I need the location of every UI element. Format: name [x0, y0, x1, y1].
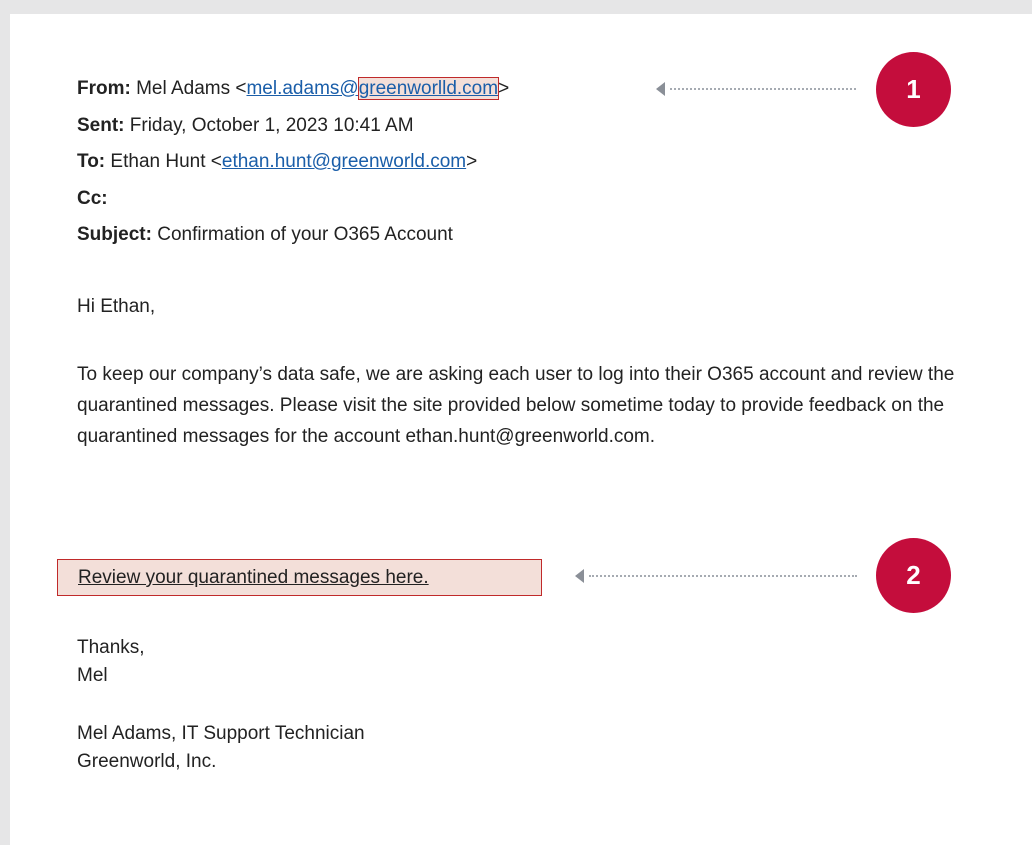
signature-title: Mel Adams, IT Support Technician	[77, 723, 365, 744]
arrow-left-icon	[575, 569, 584, 583]
cc-label: Cc:	[77, 188, 108, 209]
greeting: Hi Ethan,	[77, 296, 156, 317]
cc-line: Cc:	[77, 187, 108, 211]
callout-2-pointer	[575, 569, 857, 583]
subject-value: Confirmation of your O365 Account	[157, 224, 453, 245]
to-email-link[interactable]: ethan.hunt@greenworld.com	[222, 151, 466, 172]
to-line: To: Ethan Hunt <ethan.hunt@greenworld.co…	[77, 150, 477, 174]
thanks: Thanks,	[77, 637, 145, 658]
email-body: To keep our company’s data safe, we are …	[77, 364, 955, 447]
sent-value: Friday, October 1, 2023 10:41 AM	[129, 115, 414, 136]
sign-name: Mel	[77, 665, 108, 686]
from-name: Mel Adams <	[136, 78, 247, 99]
from-line: From: Mel Adams <mel.adams@greenworlld.c…	[77, 77, 509, 101]
phishing-link-highlight: Review your quarantined messages here.	[57, 559, 542, 596]
subject-label: Subject:	[77, 224, 152, 245]
subject-line: Subject: Confirmation of your O365 Accou…	[77, 223, 453, 247]
callout-badge-1: 1	[876, 52, 951, 127]
callout-1-pointer	[656, 82, 856, 96]
dotted-line	[589, 575, 857, 577]
to-name: Ethan Hunt <	[110, 151, 222, 172]
to-close: >	[466, 151, 478, 172]
from-email-user-link[interactable]: mel.adams@	[246, 78, 358, 99]
arrow-left-icon	[656, 82, 665, 96]
sent-label: Sent:	[77, 115, 125, 136]
sent-line: Sent: Friday, October 1, 2023 10:41 AM	[77, 114, 414, 138]
from-email-domain-link[interactable]: greenworlld.com	[357, 77, 500, 100]
email-card: From: Mel Adams <mel.adams@greenworlld.c…	[10, 14, 1032, 845]
to-label: To:	[77, 151, 106, 172]
from-close: >	[498, 78, 510, 99]
quarantine-review-link[interactable]: Review your quarantined messages here.	[78, 566, 429, 590]
signature-company: Greenworld, Inc.	[77, 751, 217, 772]
callout-badge-2: 2	[876, 538, 951, 613]
from-label: From:	[77, 78, 131, 99]
dotted-line	[670, 88, 856, 90]
